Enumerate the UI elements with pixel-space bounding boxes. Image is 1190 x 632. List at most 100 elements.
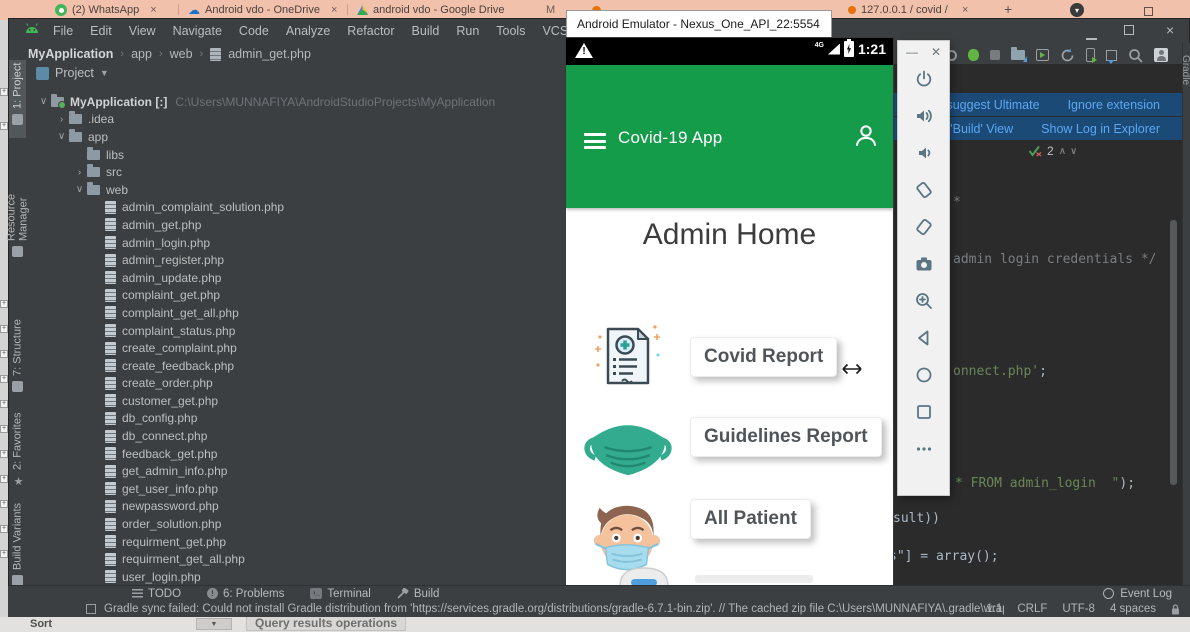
apk-folder-icon[interactable] <box>1011 50 1025 60</box>
tree-chevron-icon[interactable]: ∨ <box>72 184 87 195</box>
tree-item[interactable]: requirment_get_all.php <box>26 550 566 568</box>
close-icon[interactable]: × <box>962 4 968 16</box>
breadcrumb-project[interactable]: MyApplication <box>28 47 113 61</box>
tab-build[interactable]: Build <box>397 588 440 600</box>
studio-minimize-button[interactable] <box>1086 27 1097 45</box>
tree-item[interactable]: ∨app <box>26 128 566 146</box>
close-tab[interactable]: × <box>962 2 968 18</box>
status-message[interactable]: Gradle sync failed: Could not install Gr… <box>104 603 1004 615</box>
menu-build[interactable]: Build <box>409 22 443 40</box>
menu-navigate[interactable]: Navigate <box>170 22 225 40</box>
menu-edit[interactable]: Edit <box>87 22 115 40</box>
emulator-title-bar[interactable]: Android Emulator - Nexus_One_API_22:5554 <box>566 10 832 38</box>
stop-icon[interactable] <box>990 50 1000 60</box>
breadcrumb-web[interactable]: web <box>170 47 193 61</box>
tree-item[interactable]: db_config.php <box>26 410 566 428</box>
covid-report-button[interactable]: Covid Report <box>690 337 837 377</box>
emulator-close-button[interactable]: ✕ <box>931 45 941 63</box>
tree-item[interactable]: admin_login.php <box>26 234 566 252</box>
inspection-widget[interactable]: 2 ∧∨ <box>1028 144 1081 158</box>
tree-item[interactable]: ›.idea <box>26 111 566 129</box>
tree-item[interactable]: admin_complaint_solution.php <box>26 199 566 217</box>
zoom-icon[interactable] <box>913 291 935 311</box>
sidebar-tab-favorites[interactable]: ★ 2: Favorites <box>9 410 26 494</box>
rotate-right-icon[interactable] <box>913 217 935 237</box>
new-tab-button[interactable]: + <box>1004 1 1012 17</box>
browser-tab-gdrive[interactable]: android vdo - Google Drive <box>357 2 504 18</box>
line-separator[interactable]: CRLF <box>1017 603 1047 615</box>
scrollbar-thumb[interactable] <box>1170 220 1177 485</box>
tree-item[interactable]: ∨web <box>26 181 566 199</box>
tree-chevron-icon[interactable]: ∨ <box>54 131 69 142</box>
tree-item[interactable]: create_complaint.php <box>26 339 566 357</box>
device-manager-icon[interactable] <box>1086 48 1095 62</box>
caret-position[interactable]: 1:1 <box>986 603 1002 615</box>
run-window-icon[interactable] <box>1036 49 1049 61</box>
power-icon[interactable] <box>913 69 935 89</box>
tree-item[interactable]: requirment_get.php <box>26 533 566 551</box>
tree-chevron-icon[interactable]: › <box>54 114 69 125</box>
tree-item[interactable]: get_admin_info.php <box>26 462 566 480</box>
tree-item[interactable]: newpassword.php <box>26 498 566 516</box>
ignore-extension-link[interactable]: Ignore extension <box>1068 98 1160 112</box>
tree-item[interactable]: complaint_status.php <box>26 322 566 340</box>
rotate-left-icon[interactable] <box>913 180 935 200</box>
tree-chevron-icon[interactable]: ∨ <box>36 96 51 107</box>
project-panel-header[interactable]: Project ▼ <box>36 66 109 80</box>
tree-item[interactable]: db_connect.php <box>26 427 566 445</box>
tree-item[interactable]: ›src <box>26 163 566 181</box>
tree-item[interactable]: create_order.php <box>26 375 566 393</box>
tree-item[interactable]: complaint_get.php <box>26 287 566 305</box>
tree-item[interactable]: user_login.php <box>26 568 566 585</box>
menu-run[interactable]: Run <box>453 22 482 40</box>
more-icon[interactable] <box>913 439 935 459</box>
browser-tab-whatsapp[interactable]: (2) WhatsApp × <box>55 2 157 18</box>
sidebar-tab-gradle[interactable]: Gradle <box>1180 55 1190 85</box>
show-log-link[interactable]: Show Log in Explorer <box>1041 122 1160 136</box>
menu-analyze[interactable]: Analyze <box>283 22 333 40</box>
sidebar-tab-resource-manager[interactable]: Resource Manager <box>9 146 26 260</box>
hamburger-menu-icon[interactable] <box>584 133 606 153</box>
tree-item[interactable]: customer_get.php <box>26 392 566 410</box>
tree-item[interactable]: ∨MyApplication [:]C:\Users\MUNNAFIYA\And… <box>26 93 566 111</box>
tab-problems[interactable]: ! 6: Problems <box>207 588 284 600</box>
profile-icon[interactable] <box>1154 48 1168 62</box>
tab-todo[interactable]: TODO <box>132 588 181 600</box>
studio-maximize-button[interactable] <box>1124 22 1134 40</box>
overview-icon[interactable] <box>913 402 935 422</box>
tree-item[interactable]: get_user_info.php <box>26 480 566 498</box>
menu-refactor[interactable]: Refactor <box>344 22 397 40</box>
tree-item[interactable]: order_solution.php <box>26 515 566 533</box>
menu-view[interactable]: View <box>126 22 159 40</box>
browser-tab-onedrive[interactable]: ☁ Android vdo - OneDrive × <box>188 2 337 18</box>
browser-restore-button[interactable] <box>1144 4 1153 19</box>
back-icon[interactable] <box>913 328 935 348</box>
studio-close-button[interactable]: × <box>1166 24 1174 36</box>
tree-item[interactable]: libs <box>26 146 566 164</box>
volume-down-icon[interactable] <box>913 143 935 163</box>
prev-next-icons[interactable]: ∧∨ <box>1059 146 1082 157</box>
tree-item[interactable]: admin_update.php <box>26 269 566 287</box>
browser-tab-partial[interactable]: M <box>546 2 555 18</box>
volume-up-icon[interactable] <box>913 106 935 126</box>
all-patient-button[interactable]: All Patient <box>690 499 811 539</box>
emulator-minimize-button[interactable]: — <box>906 45 918 63</box>
tree-item[interactable]: admin_get.php <box>26 216 566 234</box>
tree-item[interactable]: complaint_get_all.php <box>26 304 566 322</box>
menu-file[interactable]: File <box>50 22 76 40</box>
browser-profile-button[interactable]: ▾ <box>1070 3 1084 17</box>
debug-icon[interactable] <box>968 49 979 61</box>
file-encoding[interactable]: UTF-8 <box>1062 603 1095 615</box>
close-tab-icon[interactable]: × <box>150 4 156 16</box>
screenshot-icon[interactable] <box>913 254 935 274</box>
sort-dropdown[interactable]: ▼ <box>196 618 232 630</box>
sidebar-tab-project[interactable]: 1: Project <box>9 60 26 138</box>
sidebar-tab-structure[interactable]: 7: Structure <box>9 316 26 406</box>
sidebar-tab-build-variants[interactable]: Build Variants <box>9 500 26 596</box>
tree-item[interactable]: admin_register.php <box>26 251 566 269</box>
editor-scrollbar[interactable] <box>1170 168 1177 583</box>
breadcrumb-file[interactable]: admin_get.php <box>228 47 311 61</box>
menu-code[interactable]: Code <box>236 22 272 40</box>
home-icon[interactable] <box>913 365 935 385</box>
browser-tab-localhost-covid[interactable]: 127.0.0.1 / covid / <box>848 2 960 18</box>
